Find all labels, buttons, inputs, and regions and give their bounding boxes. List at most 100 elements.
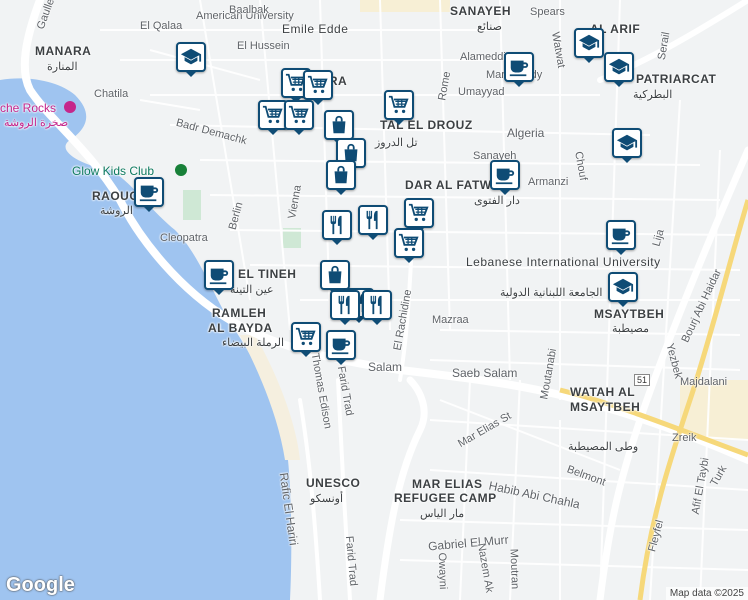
label-umayyad: Umayyad — [458, 86, 505, 98]
fork-knife-icon — [326, 214, 348, 236]
label-patriarcat: PATRIARCAT — [636, 72, 717, 86]
label-unesco-ar: أونسكو — [310, 493, 343, 505]
shopping-cart-icon — [408, 202, 430, 224]
label-rocks: che Rocks — [0, 101, 57, 115]
coffee-cup-icon — [138, 181, 160, 203]
map-marker-cart[interactable] — [284, 100, 314, 135]
coffee-cup-icon — [508, 56, 530, 78]
map-marker-cafe[interactable] — [134, 177, 164, 212]
map-marker-school[interactable] — [612, 128, 642, 163]
label-el-qalaa: El Qalaa — [140, 20, 183, 32]
map-marker-school[interactable] — [574, 28, 604, 63]
google-logo: Google — [6, 574, 75, 596]
label-cleopatra: Cleopatra — [160, 232, 208, 244]
coffee-cup-icon — [494, 164, 516, 186]
label-manara: MANARA — [35, 44, 92, 58]
coffee-cup-icon — [610, 224, 632, 246]
label-watah-ar: وطى المصيطبة — [568, 441, 639, 453]
label-emile-edde: Emile Edde — [282, 22, 349, 36]
map-marker-cafe[interactable] — [326, 330, 356, 365]
map-marker-cart[interactable] — [394, 228, 424, 263]
label-al-bayda: AL BAYDA — [208, 321, 273, 335]
shopping-cart-icon — [307, 74, 329, 96]
label-mazraa: Mazraa — [432, 314, 469, 326]
label-patriarcat-ar: البطركية — [633, 89, 673, 101]
label-moutran: Moutran — [507, 548, 521, 590]
label-ramleh: RAMLEH — [212, 306, 267, 320]
label-msaytbeh-ar: مصيطبة — [612, 323, 649, 335]
camera-pin-icon — [64, 101, 76, 113]
shopping-cart-icon — [388, 94, 410, 116]
label-raouche-ar: الروشة — [100, 205, 133, 217]
map-marker-cart[interactable] — [404, 198, 434, 233]
map-marker-school[interactable] — [604, 52, 634, 87]
map-marker-cafe[interactable] — [504, 52, 534, 87]
label-baalbak: Baalbak — [229, 4, 269, 16]
label-sanayeh-ar: صنائع — [477, 21, 502, 33]
label-glow-kids: Glow Kids Club — [72, 164, 155, 178]
label-ain-el-tineh-ar: عين التينة — [230, 284, 274, 296]
coffee-cup-icon — [330, 334, 352, 356]
fork-knife-icon — [366, 294, 388, 316]
graduation-cap-icon — [608, 56, 630, 78]
shopping-cart-icon — [262, 104, 284, 126]
map-marker-bag[interactable] — [324, 110, 354, 145]
label-dar-al-fatwa-ar: دار الفتوى — [474, 195, 520, 207]
label-lebanese-university: Lebanese International University — [466, 255, 661, 269]
shopping-cart-icon — [288, 104, 310, 126]
map-marker-bag[interactable] — [320, 260, 350, 295]
label-salam: Salam — [368, 360, 403, 374]
graduation-cap-icon — [612, 276, 634, 298]
label-el-hussein: El Hussein — [237, 40, 290, 52]
label-sanayeh: SANAYEH — [450, 4, 512, 18]
map-marker-cafe[interactable] — [606, 220, 636, 255]
map-marker-cafe[interactable] — [490, 160, 520, 195]
label-armanzi: Armanzi — [528, 176, 569, 188]
shopping-bag-icon — [328, 114, 350, 136]
map-marker-cafe[interactable] — [204, 260, 234, 295]
fork-knife-icon — [334, 294, 356, 316]
map-attribution[interactable]: Map data ©2025 — [665, 587, 748, 600]
coffee-cup-icon — [208, 264, 230, 286]
label-mar-elias-camp: MAR ELIAS — [412, 477, 483, 491]
map-marker-school[interactable] — [608, 272, 638, 307]
label-ramleh-ar: الرملة البيضاء — [222, 337, 285, 349]
map-marker-bag[interactable] — [326, 160, 356, 195]
label-refugee-camp: REFUGEE CAMP — [394, 491, 497, 505]
label-watah: WATAH AL — [570, 385, 636, 399]
label-unesco: UNESCO — [306, 476, 361, 490]
map-marker-restaurant[interactable] — [322, 210, 352, 245]
shopping-bag-icon — [324, 264, 346, 286]
map-marker-restaurant[interactable] — [330, 290, 360, 325]
label-algeria: Algeria — [507, 126, 545, 140]
map-marker-cart[interactable] — [291, 322, 321, 357]
shopping-cart-icon — [295, 326, 317, 348]
label-saeb-salam: Saeb Salam — [452, 366, 518, 380]
label-chatila: Chatila — [94, 88, 129, 100]
graduation-cap-icon — [578, 32, 600, 54]
graduation-cap-icon — [616, 132, 638, 154]
map-marker-school[interactable] — [176, 42, 206, 77]
label-majdalani: Majdalani — [680, 376, 728, 388]
park-pin-icon — [175, 164, 187, 176]
label-spears: Spears — [530, 6, 565, 18]
label-lebanese-university-ar: الجامعة اللبنانية الدولية — [500, 287, 603, 299]
shopping-cart-icon — [398, 232, 420, 254]
label-owayni: Owayni — [435, 552, 449, 590]
map-marker-cart[interactable] — [303, 70, 333, 105]
map-marker-restaurant[interactable] — [358, 205, 388, 240]
graduation-cap-icon — [180, 46, 202, 68]
map-marker-restaurant[interactable] — [362, 290, 392, 325]
label-dar-al-fatwa: DAR AL FATWA — [405, 178, 501, 192]
label-rocks-ar: صخرة الروشة — [4, 117, 69, 129]
shopping-bag-icon — [330, 164, 352, 186]
label-zreik: Zreik — [672, 432, 697, 444]
label-mar-elias-ar: مار الياس — [420, 508, 465, 520]
map-marker-cart[interactable] — [384, 90, 414, 125]
label-tal-el-drouz-ar: تل الدروز — [375, 137, 418, 149]
label-watah2: MSAYTBEH — [570, 400, 641, 414]
label-msaytbeh: MSAYTBEH — [594, 307, 665, 321]
fork-knife-icon — [362, 209, 384, 231]
label-manara-ar: المنارة — [47, 61, 78, 73]
road-shield-51: 51 — [634, 374, 651, 386]
